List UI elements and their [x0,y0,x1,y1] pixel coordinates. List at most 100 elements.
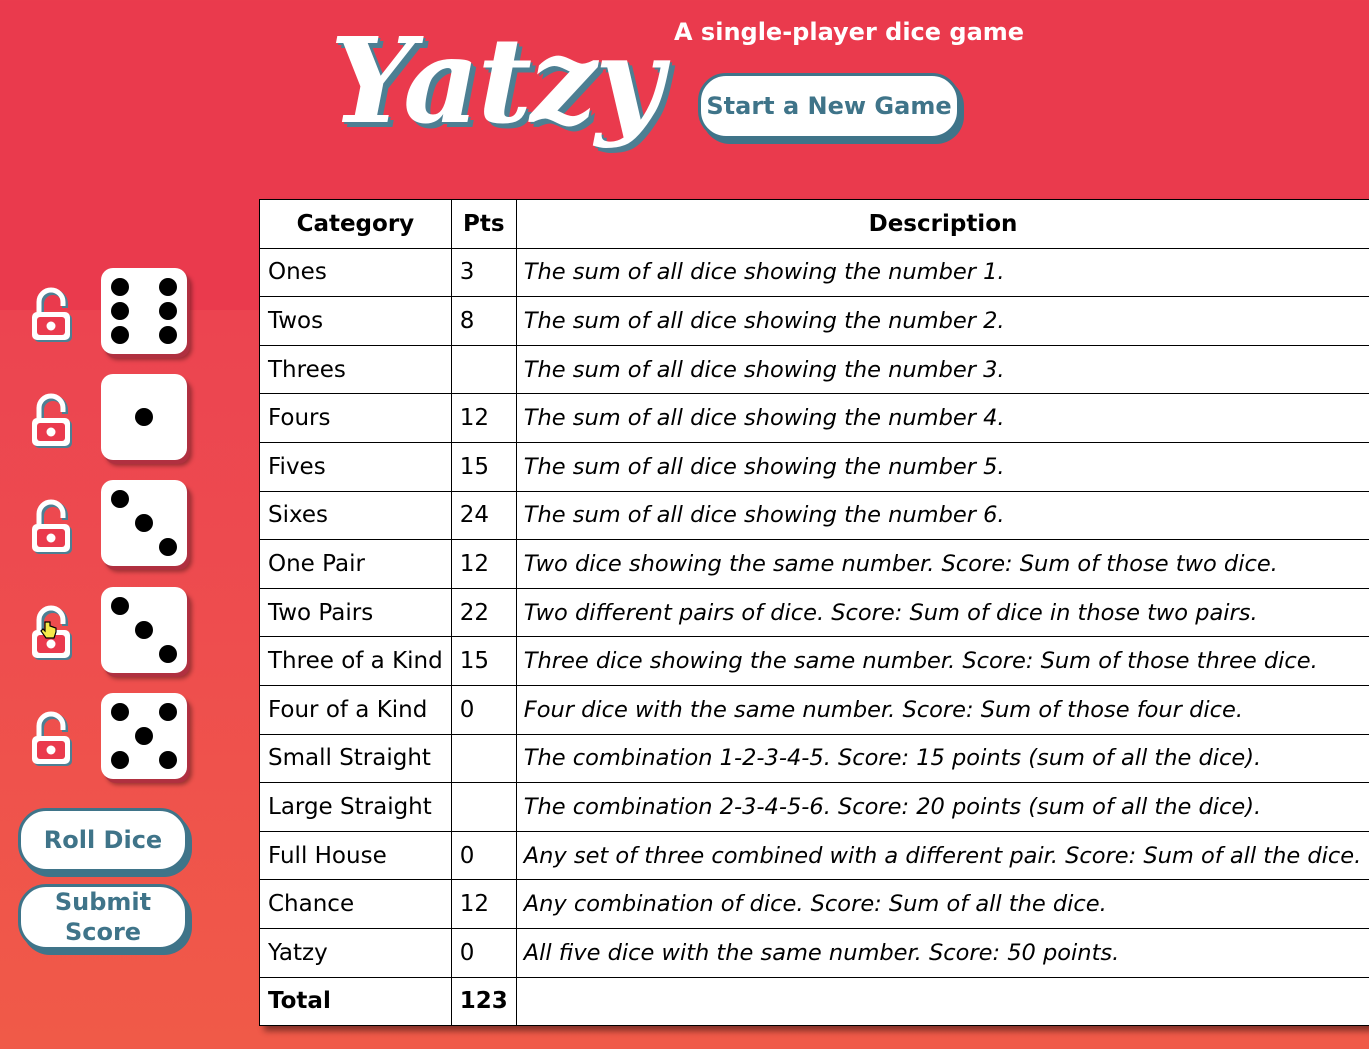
die-pip [110,326,129,345]
table-row[interactable]: Threes The sum of all dice showing the nu… [259,344,1369,395]
pts-cell[interactable]: 22 [450,587,517,638]
table-row[interactable]: Two Pairs 22 Two different pairs of dice. … [259,587,1369,638]
table-row[interactable]: Sixes 24 The sum of all dice showing the n… [259,490,1369,541]
category-header: Category [259,199,452,249]
description-cell: Two dice showing the same number. Score:… [515,539,1369,589]
pts-cell[interactable] [450,733,517,784]
pts-cell[interactable] [450,344,517,395]
hand-pointer-icon [40,620,58,642]
unlocked-padlock-icon[interactable] [27,285,75,345]
die-pip [159,277,178,296]
unlocked-padlock-icon[interactable] [27,391,75,451]
yatzy-logo: Yatzy [330,11,664,150]
category-cell[interactable]: Fours [259,393,452,443]
die-face-5[interactable] [101,693,187,779]
description-cell: Any set of three combined with a differe… [515,830,1369,881]
die-pip [159,702,178,721]
description-cell: The sum of all dice showing the number 6… [515,490,1369,541]
submit-score-button[interactable]: Submit Score [18,884,188,950]
table-row[interactable]: Ones 3 The sum of all dice showing the num… [259,247,1369,298]
total-pts: 123 [450,976,517,1027]
description-cell: The sum of all dice showing the number 2… [515,296,1369,346]
total-label: Total [259,976,452,1027]
category-cell[interactable]: Two Pairs [259,587,452,638]
table-row[interactable]: Chance 12 Any combination of dice. Score: … [259,879,1369,929]
category-cell[interactable]: Twos [259,296,452,346]
die-pip [135,727,153,745]
description-cell: The combination 1-2-3-4-5. Score: 15 poi… [515,733,1369,784]
description-cell: The combination 2-3-4-5-6. Score: 20 poi… [515,782,1369,832]
pts-cell[interactable]: 8 [450,296,517,346]
die-face-3[interactable] [101,480,187,566]
table-row[interactable]: Three of a Kind 15 Three dice showing the … [259,636,1369,686]
description-cell: Four dice with the same number. Score: S… [515,684,1369,735]
die-face-6[interactable] [101,268,187,354]
score-table: Category Pts Description Ones 3 The sum of… [259,199,1369,1027]
die-pip [159,326,178,345]
pts-cell[interactable] [450,782,517,832]
die-pip [159,538,178,557]
total-row: Total 123 [259,976,1369,1027]
submit-label-line1: Submit [54,888,152,916]
total-description-empty [515,976,1369,1027]
die-pip [159,302,178,320]
pts-cell[interactable]: 0 [450,830,517,881]
die-pip [110,596,129,615]
pts-cell[interactable]: 24 [450,490,517,541]
die-pip [110,302,129,320]
die-pip [135,621,153,639]
category-cell[interactable]: Yatzy [259,927,452,978]
description-cell: All five dice with the same number. Scor… [515,927,1369,978]
unlocked-padlock-icon[interactable] [27,709,75,769]
category-cell[interactable]: Full House [259,830,452,881]
die-pip [135,514,153,532]
table-row[interactable]: Full House 0 Any set of three combined wit… [259,830,1369,881]
pts-cell[interactable]: 12 [450,393,517,443]
description-cell: Three dice showing the same number. Scor… [515,636,1369,686]
pts-cell[interactable]: 12 [450,539,517,589]
pts-cell[interactable]: 3 [450,247,517,298]
pts-cell[interactable]: 0 [450,927,517,978]
die-pip [135,408,153,426]
table-row[interactable]: Four of a Kind 0 Four dice with the same n… [259,684,1369,735]
table-row[interactable]: Fives 15 The sum of all dice showing the n… [259,441,1369,492]
table-row[interactable]: Twos 8 The sum of all dice showing the num… [259,296,1369,346]
description-cell: Any combination of dice. Score: Sum of a… [515,879,1369,929]
table-row[interactable]: Small Straight The combination 1-2-3-4-5.… [259,733,1369,784]
category-cell[interactable]: One Pair [259,539,452,589]
category-cell[interactable]: Chance [259,879,452,929]
die-pip [110,277,129,296]
category-cell[interactable]: Large Straight [259,782,452,832]
category-cell[interactable]: Four of a Kind [259,684,452,735]
die-pip [159,751,178,770]
submit-label-line2: Score [64,918,142,946]
die-pip [159,645,178,664]
pts-cell[interactable]: 12 [450,879,517,929]
tagline: A single-player dice game [674,18,1025,46]
category-cell[interactable]: Sixes [259,490,452,541]
table-row[interactable]: Large Straight The combination 2-3-4-5-6.… [259,782,1369,832]
table-row[interactable]: One Pair 12 Two dice showing the same numb… [259,539,1369,589]
description-cell: The sum of all dice showing the number 1… [515,247,1369,298]
pts-header: Pts [450,199,517,249]
pts-cell[interactable]: 0 [450,684,517,735]
pts-cell[interactable]: 15 [450,636,517,686]
category-cell[interactable]: Three of a Kind [259,636,452,686]
description-cell: The sum of all dice showing the number 4… [515,393,1369,443]
die-face-3[interactable] [101,587,187,673]
unlocked-padlock-icon[interactable] [27,497,75,557]
table-row[interactable]: Fours 12 The sum of all dice showing the n… [259,393,1369,443]
die-pip [110,702,129,721]
die-face-1[interactable] [101,374,187,460]
table-row[interactable]: Yatzy 0 All five dice with the same number… [259,927,1369,978]
start-new-game-button[interactable]: Start a New Game [698,73,960,139]
category-cell[interactable]: Small Straight [259,733,452,784]
category-cell[interactable]: Threes [259,344,452,395]
description-header: Description [515,199,1369,249]
category-cell[interactable]: Fives [259,441,452,492]
score-table-body: Ones 3 The sum of all dice showing the num… [259,247,1369,1027]
roll-dice-button[interactable]: Roll Dice [18,808,188,872]
pts-cell[interactable]: 15 [450,441,517,492]
description-cell: Two different pairs of dice. Score: Sum … [515,587,1369,638]
category-cell[interactable]: Ones [259,247,452,298]
